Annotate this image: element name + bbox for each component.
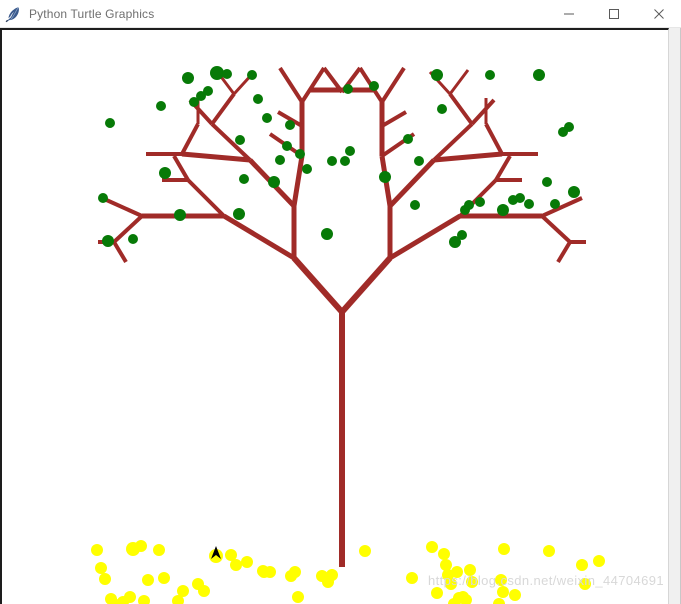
tree-leaf bbox=[497, 204, 509, 216]
tree-leaf bbox=[475, 197, 485, 207]
tree-leaf bbox=[410, 200, 420, 210]
tree-leaf bbox=[464, 200, 474, 210]
tree-leaf bbox=[431, 69, 443, 81]
minimize-button[interactable] bbox=[546, 0, 591, 27]
tree-leaf bbox=[102, 235, 114, 247]
canvas-background bbox=[2, 30, 668, 604]
turtle-drawing-canvas[interactable] bbox=[2, 30, 669, 604]
tree-leaf bbox=[262, 113, 272, 123]
tree-leaf bbox=[239, 174, 249, 184]
tree-leaf bbox=[295, 149, 305, 159]
tree-leaf bbox=[369, 81, 379, 91]
tree-leaf bbox=[128, 234, 138, 244]
maximize-icon bbox=[608, 8, 619, 19]
fallen-petal bbox=[426, 541, 438, 553]
window-right-chrome bbox=[669, 28, 681, 604]
tree-leaf bbox=[340, 156, 350, 166]
fallen-petal bbox=[543, 545, 555, 557]
fallen-petal bbox=[440, 559, 452, 571]
tree-leaf bbox=[235, 135, 245, 145]
fallen-petal bbox=[497, 586, 509, 598]
tree-leaf bbox=[457, 230, 467, 240]
tree-leaf bbox=[564, 122, 574, 132]
tree-leaf bbox=[379, 171, 391, 183]
tree-leaf bbox=[268, 176, 280, 188]
fallen-petal bbox=[593, 555, 605, 567]
fallen-petal bbox=[498, 543, 510, 555]
maximize-button[interactable] bbox=[591, 0, 636, 27]
fallen-petal bbox=[326, 569, 338, 581]
fallen-petal bbox=[198, 585, 210, 597]
fallen-petal bbox=[438, 548, 450, 560]
fallen-petal bbox=[91, 544, 103, 556]
fallen-petal bbox=[289, 566, 301, 578]
tree-leaf bbox=[275, 155, 285, 165]
fallen-petal bbox=[230, 559, 242, 571]
fallen-petal bbox=[579, 578, 591, 590]
tree-leaf bbox=[253, 94, 263, 104]
fallen-petal bbox=[359, 545, 371, 557]
fallen-petal bbox=[509, 589, 521, 601]
tree-leaf bbox=[222, 69, 232, 79]
tree-leaf bbox=[203, 86, 213, 96]
tree-leaf bbox=[159, 167, 171, 179]
fallen-petal bbox=[177, 585, 189, 597]
fallen-petal bbox=[241, 556, 253, 568]
tree-leaf bbox=[247, 70, 257, 80]
tree-leaf bbox=[282, 141, 292, 151]
fallen-petal bbox=[264, 566, 276, 578]
tree-leaf bbox=[542, 177, 552, 187]
tree-leaf bbox=[568, 186, 580, 198]
tree-leaf bbox=[302, 164, 312, 174]
fallen-petal bbox=[153, 544, 165, 556]
tree-leaf bbox=[414, 156, 424, 166]
turtle-canvas-frame[interactable]: https://blog.csdn.net/weixin_44704691 bbox=[0, 28, 669, 604]
fallen-petal bbox=[292, 591, 304, 603]
tree-leaf bbox=[403, 134, 413, 144]
tree-leaf bbox=[343, 84, 353, 94]
tree-leaf bbox=[550, 199, 560, 209]
close-button[interactable] bbox=[636, 0, 681, 27]
fallen-petal bbox=[135, 540, 147, 552]
tree-leaf bbox=[345, 146, 355, 156]
fallen-petal bbox=[431, 587, 443, 599]
fallen-petal bbox=[466, 576, 478, 588]
fallen-petal bbox=[451, 566, 463, 578]
tree-leaf bbox=[285, 120, 295, 130]
tree-leaf bbox=[182, 72, 194, 84]
tree-leaf bbox=[515, 193, 525, 203]
tree-leaf bbox=[105, 118, 115, 128]
tree-leaf bbox=[233, 208, 245, 220]
fallen-petal bbox=[445, 578, 457, 590]
turtle-graphics-window: Python Turtle Graphics https://blog.csdn… bbox=[0, 0, 681, 604]
python-feather-icon bbox=[5, 6, 19, 22]
fallen-petal bbox=[576, 559, 588, 571]
fallen-petal bbox=[124, 591, 136, 603]
tree-leaf bbox=[327, 156, 337, 166]
minimize-icon bbox=[563, 13, 574, 14]
tree-leaf bbox=[98, 193, 108, 203]
close-icon bbox=[653, 8, 664, 19]
tree-leaf bbox=[210, 66, 224, 80]
tree-leaf bbox=[174, 209, 186, 221]
window-title: Python Turtle Graphics bbox=[29, 6, 155, 21]
tree-leaf bbox=[156, 101, 166, 111]
fallen-petal bbox=[158, 572, 170, 584]
fallen-petal bbox=[464, 564, 476, 576]
fallen-petal bbox=[95, 562, 107, 574]
fallen-petal bbox=[99, 573, 111, 585]
tree-leaf bbox=[437, 104, 447, 114]
fallen-petal bbox=[142, 574, 154, 586]
tree-leaf bbox=[524, 199, 534, 209]
tree-leaf bbox=[485, 70, 495, 80]
fallen-petal bbox=[495, 574, 507, 586]
tree-leaf bbox=[321, 228, 333, 240]
title-bar: Python Turtle Graphics bbox=[0, 0, 681, 28]
tree-leaf bbox=[533, 69, 545, 81]
fallen-petal bbox=[406, 572, 418, 584]
